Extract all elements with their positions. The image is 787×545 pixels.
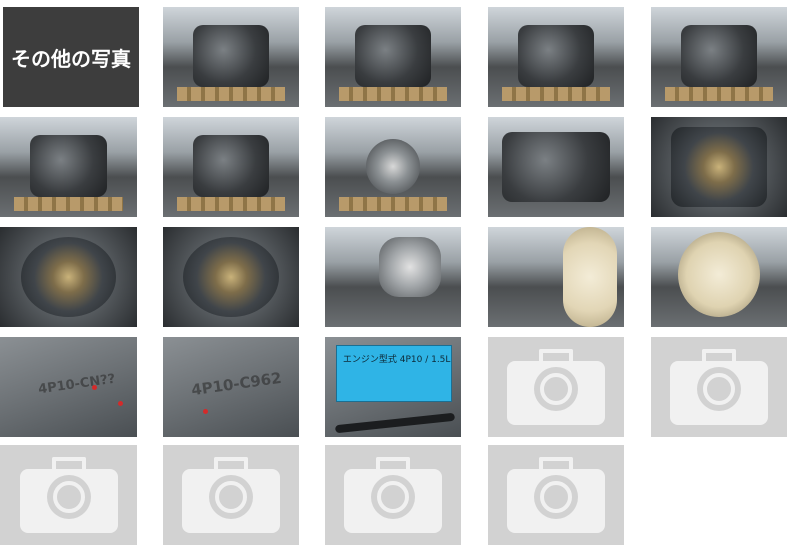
- photo-thumbnail[interactable]: [488, 7, 624, 107]
- photo-thumbnail[interactable]: [488, 117, 624, 217]
- photo-thumbnail[interactable]: [163, 117, 299, 217]
- camera-icon: [507, 349, 605, 425]
- photo-thumbnail[interactable]: [325, 117, 461, 217]
- pallet-image: [13, 197, 124, 211]
- fan-blade-image: [562, 227, 618, 327]
- engine-image: [517, 25, 595, 87]
- photo-thumbnail[interactable]: [325, 7, 461, 107]
- photo-placeholder: [651, 337, 787, 437]
- camera-icon: [670, 349, 768, 425]
- engine-image: [192, 135, 270, 197]
- photo-placeholder: [163, 445, 299, 545]
- photo-thumbnail[interactable]: エンジン型式 4P10 / 1.5L: [325, 337, 461, 437]
- photo-placeholder: [0, 445, 137, 545]
- pallet-image: [501, 87, 611, 101]
- photo-thumbnail[interactable]: [651, 7, 787, 107]
- photo-thumbnail[interactable]: 4P10-CN??: [0, 337, 137, 437]
- photo-thumbnail[interactable]: [651, 117, 787, 217]
- photo-thumbnail[interactable]: 4P10-C962: [163, 337, 299, 437]
- other-photos-label: その他の写真: [3, 7, 139, 107]
- engine-image: [30, 135, 107, 197]
- pallet-image: [176, 197, 286, 211]
- photo-thumbnail[interactable]: [163, 7, 299, 107]
- photo-placeholder: [488, 337, 624, 437]
- pallet-image: [338, 197, 448, 211]
- clutch-disc-image: [20, 237, 117, 317]
- camera-icon: [182, 457, 280, 533]
- photo-thumbnail[interactable]: [163, 227, 299, 327]
- pressure-plate-image: [183, 237, 279, 317]
- camera-icon: [507, 457, 605, 533]
- red-marker: [203, 409, 208, 414]
- turbo-image: [379, 237, 441, 297]
- red-marker: [92, 385, 97, 390]
- photo-placeholder: [488, 445, 624, 545]
- camera-icon: [344, 457, 442, 533]
- camera-icon: [19, 457, 118, 533]
- red-marker: [118, 401, 123, 406]
- photo-thumbnail[interactable]: [325, 227, 461, 327]
- engine-stamp-text: 4P10-C962: [190, 368, 283, 400]
- pallet-image: [664, 87, 774, 101]
- spec-sticker-text: エンジン型式 4P10 / 1.5L: [342, 355, 451, 365]
- photo-thumbnail[interactable]: [0, 117, 137, 217]
- photo-placeholder: [325, 445, 461, 545]
- engine-image: [680, 25, 758, 87]
- pallet-image: [176, 87, 286, 101]
- engine-image: [354, 25, 432, 87]
- photo-thumbnail[interactable]: [0, 227, 137, 327]
- fan-image: [365, 139, 421, 194]
- engine-stamp-text: 4P10-CN??: [37, 371, 117, 398]
- spec-sticker: エンジン型式 4P10 / 1.5L: [335, 345, 453, 402]
- engine-top-image: [501, 132, 611, 202]
- hose-image: [334, 412, 456, 434]
- fan-blade-image: [678, 232, 760, 317]
- other-photos-text: その他の写真: [11, 46, 131, 71]
- pallet-image: [338, 87, 448, 101]
- engine-closeup-image: [671, 127, 767, 207]
- photo-thumbnail[interactable]: [488, 227, 624, 327]
- photo-thumbnail[interactable]: [651, 227, 787, 327]
- engine-image: [192, 25, 270, 87]
